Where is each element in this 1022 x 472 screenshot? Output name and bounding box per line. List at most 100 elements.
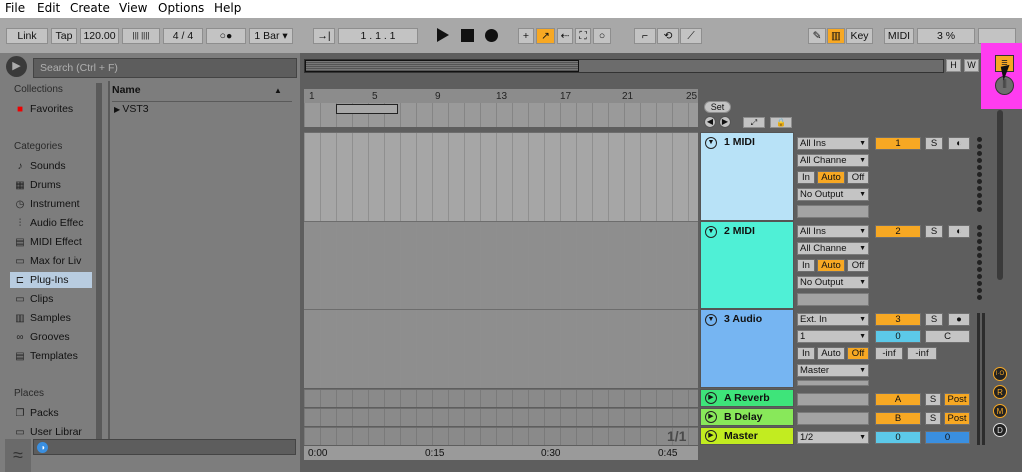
- track-activator-2[interactable]: 2: [875, 225, 921, 238]
- headphones-icon[interactable]: ◑: [37, 442, 48, 453]
- track-lane-2[interactable]: [304, 221, 698, 309]
- song-position-field[interactable]: 1 . 1 . 1: [338, 28, 418, 44]
- time-ruler[interactable]: [304, 446, 698, 460]
- io-toggle-button[interactable]: I·O: [993, 367, 1007, 381]
- sidebar-item-user-library[interactable]: ▭ User Librar: [14, 424, 82, 440]
- solo-button[interactable]: S: [925, 225, 943, 238]
- monitor-off-button[interactable]: Off: [847, 171, 869, 184]
- sidebar-item-instruments[interactable]: ◷ Instrument: [14, 196, 80, 212]
- punch-icon[interactable]: ⟋: [680, 28, 702, 44]
- keyboard-icon[interactable]: ▥: [827, 28, 845, 44]
- next-locator-icon[interactable]: ▶: [719, 116, 731, 128]
- zoom-icon[interactable]: ⤢: [743, 117, 765, 128]
- master-pan[interactable]: 0: [925, 431, 970, 444]
- track-header-return-a[interactable]: ▶ A Reverb: [700, 389, 794, 407]
- menu-file[interactable]: File: [5, 1, 25, 15]
- delay-toggle-button[interactable]: D: [993, 423, 1007, 437]
- sidebar-item-samples[interactable]: ▥ Samples: [14, 310, 71, 326]
- sidebar-item-templates[interactable]: ▤ Templates: [14, 348, 78, 364]
- loop-icon[interactable]: ⟲: [657, 28, 679, 44]
- track-header-2-midi[interactable]: ▼ 2 MIDI: [700, 221, 794, 309]
- sidebar-item-clips[interactable]: ▭ Clips: [14, 291, 53, 307]
- monitor-off-button[interactable]: Off: [847, 347, 869, 360]
- input-channel-menu[interactable]: All Channe ▼: [797, 154, 869, 167]
- monitor-off-button[interactable]: Off: [847, 259, 869, 272]
- arm-icon[interactable]: ●: [948, 313, 970, 326]
- link-button[interactable]: Link: [6, 28, 48, 44]
- sidebar-scrollbar[interactable]: [96, 83, 102, 439]
- track-name[interactable]: Master: [724, 430, 758, 442]
- output-channel-menu[interactable]: [797, 205, 869, 218]
- track-lane-return-a[interactable]: [304, 389, 698, 407]
- mixer-toggle-button[interactable]: M: [993, 404, 1007, 418]
- name-column-header[interactable]: Name: [112, 84, 141, 96]
- track-name[interactable]: 2 MIDI: [724, 225, 755, 237]
- pan-field[interactable]: C: [925, 330, 970, 343]
- loop-bar[interactable]: [304, 103, 698, 127]
- automation-arm-icon[interactable]: ↗: [536, 28, 555, 44]
- fold-icon[interactable]: ▼: [705, 314, 717, 326]
- input-channel-menu[interactable]: 1 ▼: [797, 330, 869, 343]
- track-activator-1[interactable]: 1: [875, 137, 921, 150]
- track-lane-1[interactable]: [304, 132, 698, 221]
- metronome-button[interactable]: ○●: [206, 28, 246, 44]
- menu-help[interactable]: Help: [214, 1, 241, 15]
- track-header-3-audio[interactable]: ▼ 3 Audio: [700, 309, 794, 388]
- search-input[interactable]: Search (Ctrl + F): [33, 58, 297, 78]
- monitor-in-button[interactable]: In: [797, 259, 815, 272]
- track-header-master[interactable]: ▶ Master: [700, 427, 794, 445]
- play-icon[interactable]: ▶: [705, 392, 717, 404]
- tempo-field[interactable]: 120.00: [80, 28, 119, 44]
- monitor-auto-button[interactable]: Auto: [817, 347, 845, 360]
- sidebar-item-sounds[interactable]: ♪ Sounds: [14, 158, 66, 174]
- sidebar-item-max-for-live[interactable]: ▭ Max for Liv: [14, 253, 81, 269]
- quantize-menu[interactable]: 1 Bar ▾: [249, 28, 293, 44]
- browser-list-item[interactable]: ▶ VST3: [114, 103, 149, 115]
- returns-toggle-button[interactable]: R: [993, 385, 1007, 399]
- output-channel-menu[interactable]: [797, 380, 869, 386]
- lock-icon[interactable]: 🔒: [770, 117, 792, 128]
- set-locator-button[interactable]: Set: [704, 101, 731, 113]
- fold-icon[interactable]: ▼: [705, 137, 717, 149]
- sidebar-item-drums[interactable]: ▦ Drums: [14, 177, 61, 193]
- sort-arrow-icon[interactable]: ▲: [274, 86, 282, 95]
- solo-button[interactable]: S: [925, 412, 941, 425]
- play-icon[interactable]: [437, 28, 449, 42]
- preview-icon[interactable]: ≈: [5, 439, 31, 472]
- track-activator-3[interactable]: 3: [875, 313, 921, 326]
- key-map-button[interactable]: Key: [846, 28, 873, 44]
- arm-icon[interactable]: ◐: [948, 137, 970, 150]
- track-header-1-midi[interactable]: ▼ 1 MIDI: [700, 132, 794, 221]
- track-lane-master[interactable]: [304, 427, 698, 445]
- post-button[interactable]: Post: [944, 393, 970, 406]
- back-to-arrangement-icon[interactable]: ⇠: [557, 28, 573, 44]
- tap-button[interactable]: Tap: [51, 28, 77, 44]
- solo-button[interactable]: S: [925, 393, 941, 406]
- browser-toggle-icon[interactable]: ▶: [6, 56, 27, 77]
- master-volume[interactable]: 0: [875, 431, 921, 444]
- sidebar-item-midi-effects[interactable]: ▤ MIDI Effect: [14, 234, 81, 250]
- overview-window[interactable]: [305, 60, 579, 72]
- return-b-output[interactable]: [797, 412, 869, 425]
- vertical-scrollbar[interactable]: [997, 110, 1003, 280]
- wrap-button[interactable]: W: [964, 59, 979, 72]
- sidebar-item-favorites[interactable]: ■ Favorites: [14, 101, 73, 117]
- input-type-menu[interactable]: All Ins ▼: [797, 137, 869, 150]
- track-lane-return-b[interactable]: [304, 408, 698, 426]
- solo-button[interactable]: S: [925, 137, 943, 150]
- fold-icon[interactable]: ▼: [705, 226, 717, 238]
- pencil-icon[interactable]: ✎: [808, 28, 826, 44]
- master-output-menu[interactable]: 1/2 ▼: [797, 431, 869, 444]
- monitor-auto-button[interactable]: Auto: [817, 259, 845, 272]
- sidebar-item-plug-ins[interactable]: ⊏ Plug-Ins: [10, 272, 92, 288]
- preview-bar[interactable]: ◑: [33, 439, 296, 455]
- draw-mode-icon[interactable]: ⌐: [634, 28, 656, 44]
- input-type-menu[interactable]: Ext. In ▼: [797, 313, 869, 326]
- arm-icon[interactable]: ◐: [948, 225, 970, 238]
- return-a-activator[interactable]: A: [875, 393, 921, 406]
- output-type-menu[interactable]: No Output ▼: [797, 276, 869, 289]
- sidebar-item-packs[interactable]: ❐ Packs: [14, 405, 59, 421]
- stop-icon[interactable]: [461, 29, 474, 42]
- menu-create[interactable]: Create: [70, 1, 110, 15]
- session-record-icon[interactable]: ○: [593, 28, 611, 44]
